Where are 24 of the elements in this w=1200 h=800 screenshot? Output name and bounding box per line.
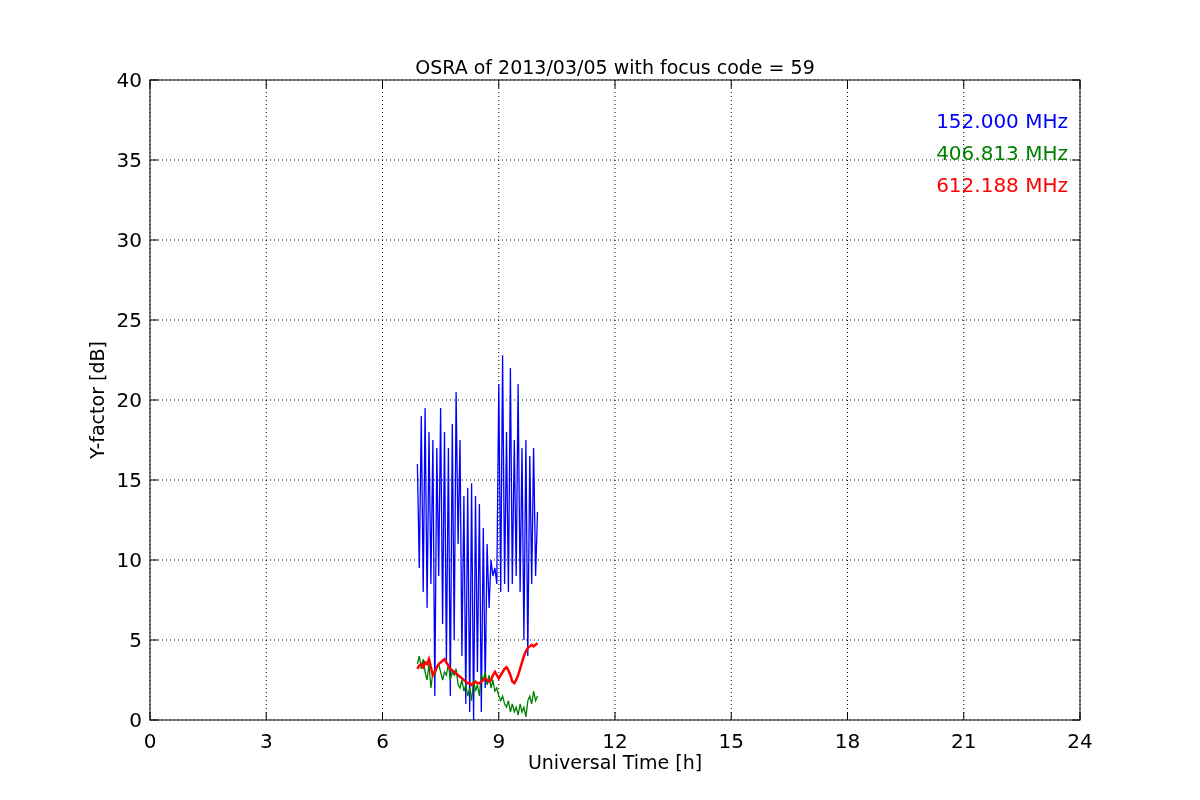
tick-label: 30	[116, 228, 142, 252]
tick-label: 0	[143, 729, 157, 753]
tick-label: 24	[1067, 729, 1093, 753]
legend-label: 406.813 MHz	[936, 141, 1068, 165]
tick-label: 10	[116, 548, 142, 572]
tick-label: 0	[129, 708, 142, 732]
tick-label: 6	[376, 729, 389, 753]
tick-label: 15	[718, 729, 744, 753]
tick-label: 15	[116, 468, 142, 492]
tick-label: 5	[129, 628, 142, 652]
tick-label: 18	[834, 729, 861, 753]
tick-label: 35	[116, 148, 142, 172]
legend-label: 152.000 MHz	[936, 109, 1068, 133]
tick-label: 20	[116, 388, 142, 412]
tick-label: 25	[116, 308, 142, 332]
tick-label: 9	[492, 729, 506, 753]
tick-label: 3	[259, 729, 273, 753]
tick-label: 21	[951, 729, 977, 753]
axis-label: Y-factor [dB]	[86, 341, 108, 459]
legend-label: 612.188 MHz	[936, 173, 1068, 197]
tick-label: 40	[116, 68, 142, 92]
tick-label: 12	[602, 729, 628, 753]
axis-label: Universal Time [h]	[527, 751, 703, 773]
chart-title: OSRA of 2013/03/05 with focus code = 59	[415, 56, 815, 78]
